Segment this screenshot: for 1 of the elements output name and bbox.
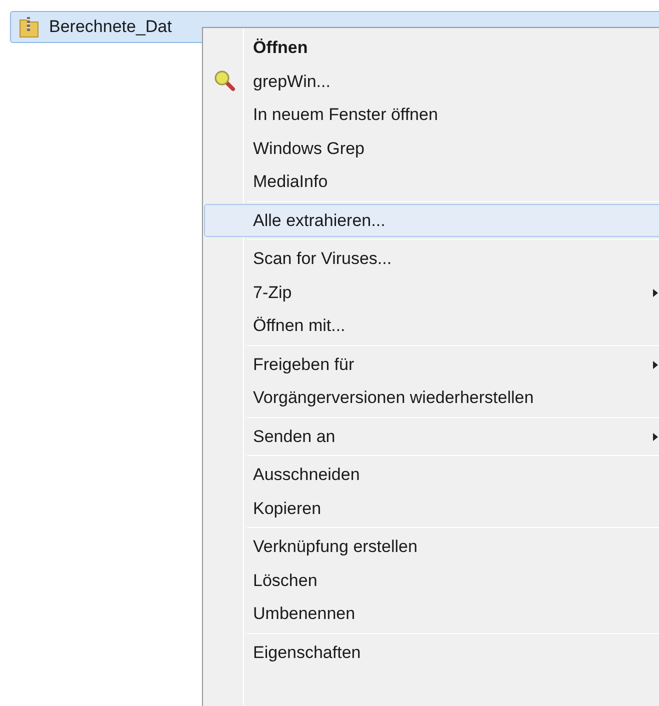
file-name: Berechnete_Dat	[49, 16, 172, 38]
